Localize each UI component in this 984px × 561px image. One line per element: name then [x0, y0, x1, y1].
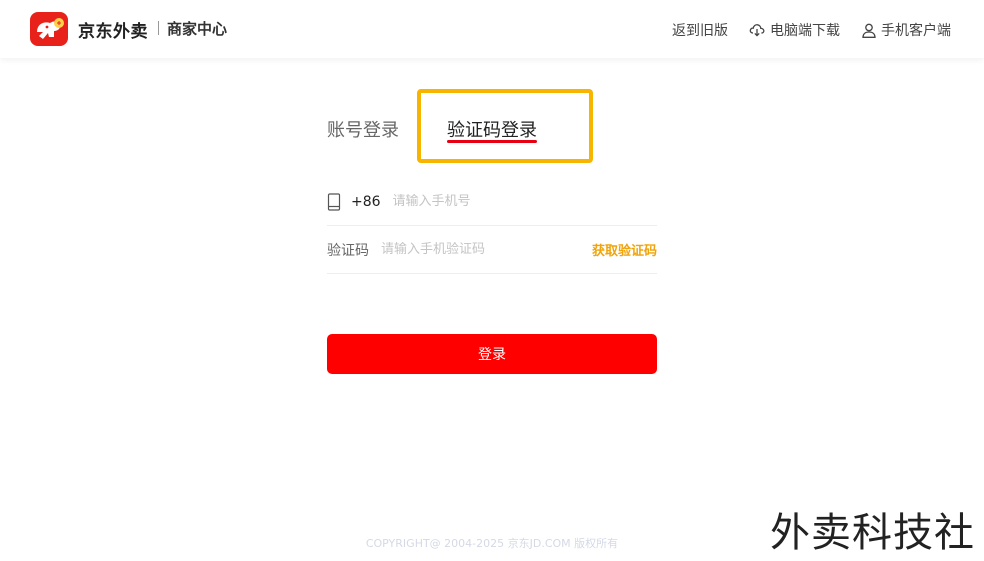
desktop-download-link[interactable]: 电脑端下载 — [749, 20, 840, 40]
watermark-text: 外卖科技社 — [770, 510, 975, 556]
jd-dog-logo-icon[interactable] — [30, 12, 68, 46]
login-button[interactable]: 登录 — [327, 334, 657, 374]
user-icon — [862, 23, 876, 38]
country-code-prefix[interactable]: +86 — [351, 194, 381, 210]
cloud-download-icon — [749, 24, 765, 37]
brand-name: 京东外卖 — [78, 22, 148, 42]
get-code-button[interactable]: 获取验证码 — [592, 240, 657, 259]
phone-icon — [327, 192, 341, 211]
sms-code-input[interactable] — [381, 242, 592, 257]
brand-subtitle: 商家中心 — [167, 20, 228, 38]
phone-input[interactable] — [392, 194, 657, 209]
brand-divider — [158, 21, 159, 35]
mobile-link-label: 手机客户端 — [881, 23, 951, 39]
phone-field-row: +86 — [327, 178, 657, 226]
tab-account-login[interactable]: 账号登录 — [327, 116, 399, 142]
top-header: 京东外卖 商家中心 返到旧版 电脑端下载 手机客户端 — [0, 0, 984, 58]
tab-sms-login[interactable]: 验证码登录 — [447, 116, 537, 142]
back-to-old-version-link[interactable]: 返到旧版 — [672, 20, 728, 40]
mobile-client-link[interactable]: 手机客户端 — [862, 20, 951, 40]
active-tab-indicator — [447, 140, 537, 143]
back-link-label: 返到旧版 — [672, 23, 728, 39]
code-field-row: 验证码 获取验证码 — [327, 226, 657, 274]
login-tabs: 账号登录 验证码登录 — [327, 112, 657, 162]
download-link-label: 电脑端下载 — [770, 23, 840, 39]
code-label: 验证码 — [327, 242, 369, 259]
